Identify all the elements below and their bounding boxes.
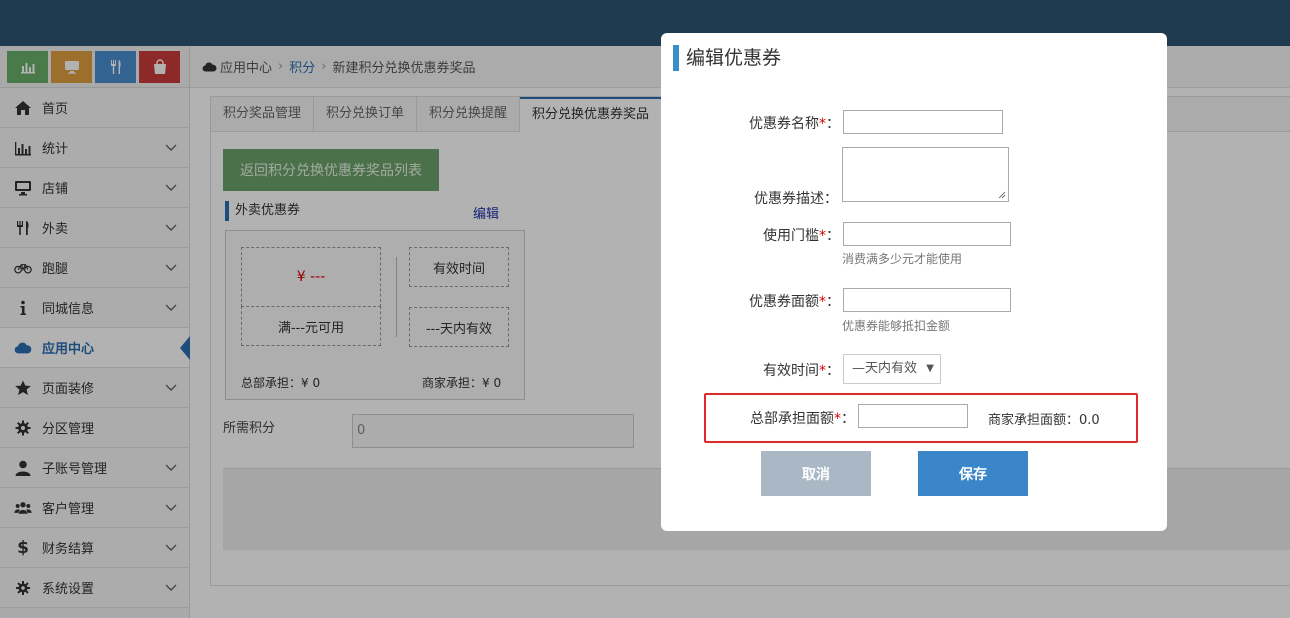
coupon-amount-label: 优惠券面额*： — [640, 291, 840, 311]
dropdown-arrow-icon: ▼ — [926, 363, 934, 374]
coupon-amount-hint: 优惠券能够抵扣金额 — [842, 319, 951, 333]
required-mark: * — [819, 363, 826, 379]
label-text: 总部承担面额 — [750, 411, 834, 427]
validity-selected-value: —天内有效 — [852, 361, 918, 376]
label-colon: ： — [826, 363, 840, 379]
validity-select[interactable]: —天内有效 ▼ — [843, 354, 941, 384]
label-text: 有效时间 — [763, 363, 819, 379]
label-colon: ： — [824, 191, 838, 207]
edit-coupon-dialog: 编辑优惠券 优惠券名称*： 优惠券描述： 使用门槛*： 消费满多少元才能使用 优… — [661, 33, 1167, 531]
save-button[interactable]: 保存 — [918, 451, 1028, 496]
merchant-amount-text: 商家承担面额：0.0 — [988, 413, 1100, 428]
threshold-hint: 消费满多少元才能使用 — [842, 252, 963, 266]
label-colon: ： — [826, 294, 840, 310]
hq-amount-input[interactable] — [858, 404, 968, 428]
resize-handle-icon — [998, 191, 1006, 199]
label-text: 使用门槛 — [763, 228, 819, 244]
threshold-label: 使用门槛*： — [640, 225, 840, 245]
coupon-description-label: 优惠券描述： — [638, 188, 838, 208]
label-colon: ： — [826, 116, 840, 132]
coupon-name-input[interactable] — [843, 110, 1003, 134]
coupon-name-label: 优惠券名称*： — [640, 113, 840, 133]
coupon-description-textarea[interactable] — [842, 147, 1009, 202]
label-colon: ： — [826, 228, 840, 244]
label-colon: ： — [841, 411, 855, 427]
required-mark: * — [819, 294, 826, 310]
required-mark: * — [819, 228, 826, 244]
hq-amount-label: 总部承担面额*： — [655, 408, 855, 428]
threshold-input[interactable] — [843, 222, 1011, 246]
required-mark: * — [834, 411, 841, 427]
label-text: 优惠券面额 — [749, 294, 819, 310]
coupon-amount-input[interactable] — [843, 288, 1011, 312]
required-mark: * — [819, 116, 826, 132]
validity-label: 有效时间*： — [640, 360, 840, 380]
cancel-button[interactable]: 取消 — [761, 451, 871, 496]
label-text: 优惠券名称 — [749, 116, 819, 132]
label-text: 优惠券描述 — [754, 191, 824, 207]
dialog-title: 编辑优惠券 — [673, 45, 781, 71]
